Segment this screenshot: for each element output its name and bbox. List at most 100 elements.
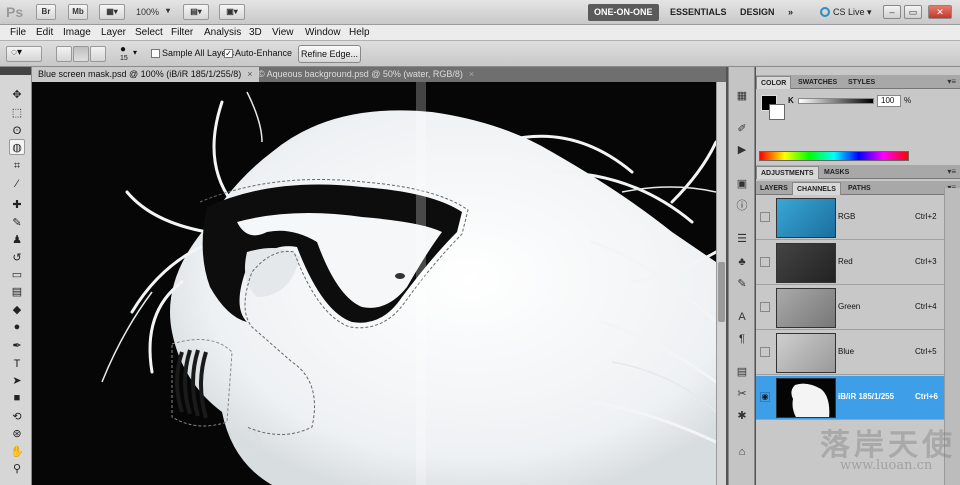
3d-panel-icon[interactable]: ✂ (734, 387, 750, 401)
pen-tool-icon[interactable]: ✒ (9, 338, 25, 354)
menu-help[interactable]: Help (349, 27, 370, 38)
eye-icon[interactable]: ◉ (760, 392, 770, 402)
3d-rotate-tool-icon[interactable]: ⟲ (9, 409, 25, 425)
close-button[interactable]: ✕ (928, 5, 952, 19)
notes-panel-icon[interactable]: ▤ (734, 365, 750, 379)
auto-enhance-checkbox[interactable]: ✓ (224, 49, 233, 58)
clone-stamp-tool-icon[interactable]: ♟ (9, 232, 25, 248)
color-spectrum-ramp[interactable] (759, 151, 909, 161)
shape-tool-icon[interactable]: ■ (9, 390, 25, 406)
menu-analysis[interactable]: Analysis (204, 27, 241, 38)
menu-filter[interactable]: Filter (171, 27, 193, 38)
maximize-button[interactable]: ▭ (904, 5, 922, 19)
paragraph-panel-icon[interactable]: ¶ (734, 332, 750, 346)
animation-panel-icon[interactable]: ✱ (734, 409, 750, 423)
visibility-toggle[interactable] (760, 302, 770, 312)
info-panel-icon[interactable]: ⓘ (734, 199, 750, 213)
sample-all-layers-checkbox[interactable] (151, 49, 160, 58)
menu-image[interactable]: Image (63, 27, 91, 38)
tab-paths[interactable]: PATHS (844, 182, 875, 195)
adjustments-panel-icon[interactable]: ☰ (734, 232, 750, 246)
dodge-tool-icon[interactable]: ● (9, 319, 25, 335)
k-channel-slider[interactable] (798, 98, 874, 104)
move-tool-icon[interactable]: ✥ (9, 87, 25, 103)
blur-tool-icon[interactable]: ◆ (9, 302, 25, 318)
menu-file[interactable]: File (10, 27, 26, 38)
arrange-documents-button[interactable]: ▤▾ (183, 4, 209, 20)
3d-orbit-tool-icon[interactable]: ⊛ (9, 426, 25, 442)
panel-menu-icon[interactable]: ▾≡ (947, 77, 956, 86)
visibility-toggle[interactable] (760, 257, 770, 267)
clone-source-panel-icon[interactable]: ♣ (734, 255, 750, 269)
new-selection-button[interactable] (56, 46, 72, 62)
cs-live-menu[interactable]: CS Live ▾ (820, 7, 872, 18)
channel-row-green[interactable]: Green Ctrl+4 (756, 286, 944, 330)
marquee-tool-icon[interactable]: ⬚ (9, 105, 25, 121)
workspace-one-on-one[interactable]: ONE-ON-ONE (588, 4, 659, 21)
tab-blue-screen-mask[interactable]: Blue screen mask.psd @ 100% (iB/iR 185/1… (32, 67, 259, 82)
workspace-essentials[interactable]: ESSENTIALS (664, 4, 733, 21)
channel-row-alpha[interactable]: ◉ iB/iR 185/1/255 Ctrl+6 (756, 376, 944, 420)
channel-row-blue[interactable]: Blue Ctrl+5 (756, 331, 944, 375)
visibility-toggle[interactable] (760, 347, 770, 357)
subtract-from-selection-button[interactable] (90, 46, 106, 62)
screen-mode-button[interactable]: ▣▾ (219, 4, 245, 20)
tab-adjustments[interactable]: ADJUSTMENTS (756, 166, 819, 179)
workspace-design[interactable]: DESIGN (734, 4, 781, 21)
tab-masks[interactable]: MASKS (820, 166, 853, 179)
tool-presets-panel-icon[interactable]: ✎ (734, 277, 750, 291)
eyedropper-tool-icon[interactable]: ⁄ (9, 176, 25, 192)
panel-menu-icon[interactable]: ▾≡ (947, 167, 956, 176)
view-extras-button[interactable]: ▦▾ (99, 4, 125, 20)
brush-panel-icon[interactable]: ✐ (734, 122, 750, 136)
bridge-button[interactable]: Br (36, 4, 56, 20)
lasso-tool-icon[interactable]: ʘ (9, 123, 25, 139)
menu-edit[interactable]: Edit (36, 27, 53, 38)
tab-aqueous-background[interactable]: © Aqueous background.psd @ 50% (water, R… (252, 67, 480, 82)
scrollbar-thumb[interactable] (718, 262, 725, 322)
eraser-tool-icon[interactable]: ▭ (9, 267, 25, 283)
menu-window[interactable]: Window (305, 27, 341, 38)
menu-3d[interactable]: 3D (249, 27, 262, 38)
navigator-panel-icon[interactable]: ▣ (734, 177, 750, 191)
canvas-vertical-scrollbar[interactable] (716, 82, 726, 485)
type-tool-icon[interactable]: T (9, 356, 25, 372)
collapse-panels-icon[interactable]: ⌂ (734, 445, 750, 459)
k-channel-value[interactable]: 100 (877, 95, 901, 107)
zoom-tool-icon[interactable]: ⚲ (9, 461, 25, 477)
tab-styles[interactable]: STYLES (844, 76, 879, 89)
quick-selection-tool-icon[interactable]: ◍ (9, 139, 25, 155)
tools-panel-header[interactable] (0, 67, 31, 75)
zoom-level[interactable]: 100% (136, 7, 159, 17)
minibridge-button[interactable]: Mb (68, 4, 88, 20)
tab-swatches[interactable]: SWATCHES (794, 76, 841, 89)
background-color-swatch[interactable] (769, 104, 785, 120)
history-panel-icon[interactable]: ▦ (734, 89, 750, 103)
gradient-tool-icon[interactable]: ▤ (9, 284, 25, 300)
history-brush-tool-icon[interactable]: ↺ (9, 250, 25, 266)
character-panel-icon[interactable]: A (734, 310, 750, 324)
close-tab-icon[interactable]: × (469, 69, 474, 79)
add-to-selection-button[interactable] (73, 46, 89, 62)
document-canvas[interactable] (32, 82, 716, 485)
tab-layers[interactable]: LAYERS (756, 182, 792, 195)
tab-channels[interactable]: CHANNELS (792, 182, 841, 195)
tab-color[interactable]: COLOR (756, 76, 792, 89)
healing-brush-tool-icon[interactable]: ✚ (9, 197, 25, 213)
menu-view[interactable]: View (272, 27, 294, 38)
actions-panel-icon[interactable]: ▶ (734, 143, 750, 157)
zoom-dropdown-icon[interactable]: ▾ (165, 4, 171, 20)
tool-preset-picker[interactable]: ◌▾ (6, 46, 42, 62)
channel-row-red[interactable]: Red Ctrl+3 (756, 241, 944, 285)
brush-tip-icon[interactable]: ● (120, 44, 126, 55)
visibility-toggle[interactable] (760, 212, 770, 222)
brush-tool-icon[interactable]: ✎ (9, 215, 25, 231)
menu-select[interactable]: Select (135, 27, 163, 38)
refine-edge-button[interactable]: Refine Edge... (298, 45, 361, 63)
workspace-more-button[interactable]: » (782, 4, 799, 21)
menu-layer[interactable]: Layer (101, 27, 126, 38)
channel-row-rgb[interactable]: RGB Ctrl+2 (756, 196, 944, 240)
hand-tool-icon[interactable]: ✋ (9, 444, 25, 460)
minimize-button[interactable]: ‒ (883, 5, 901, 19)
crop-tool-icon[interactable]: ⌗ (9, 158, 25, 174)
